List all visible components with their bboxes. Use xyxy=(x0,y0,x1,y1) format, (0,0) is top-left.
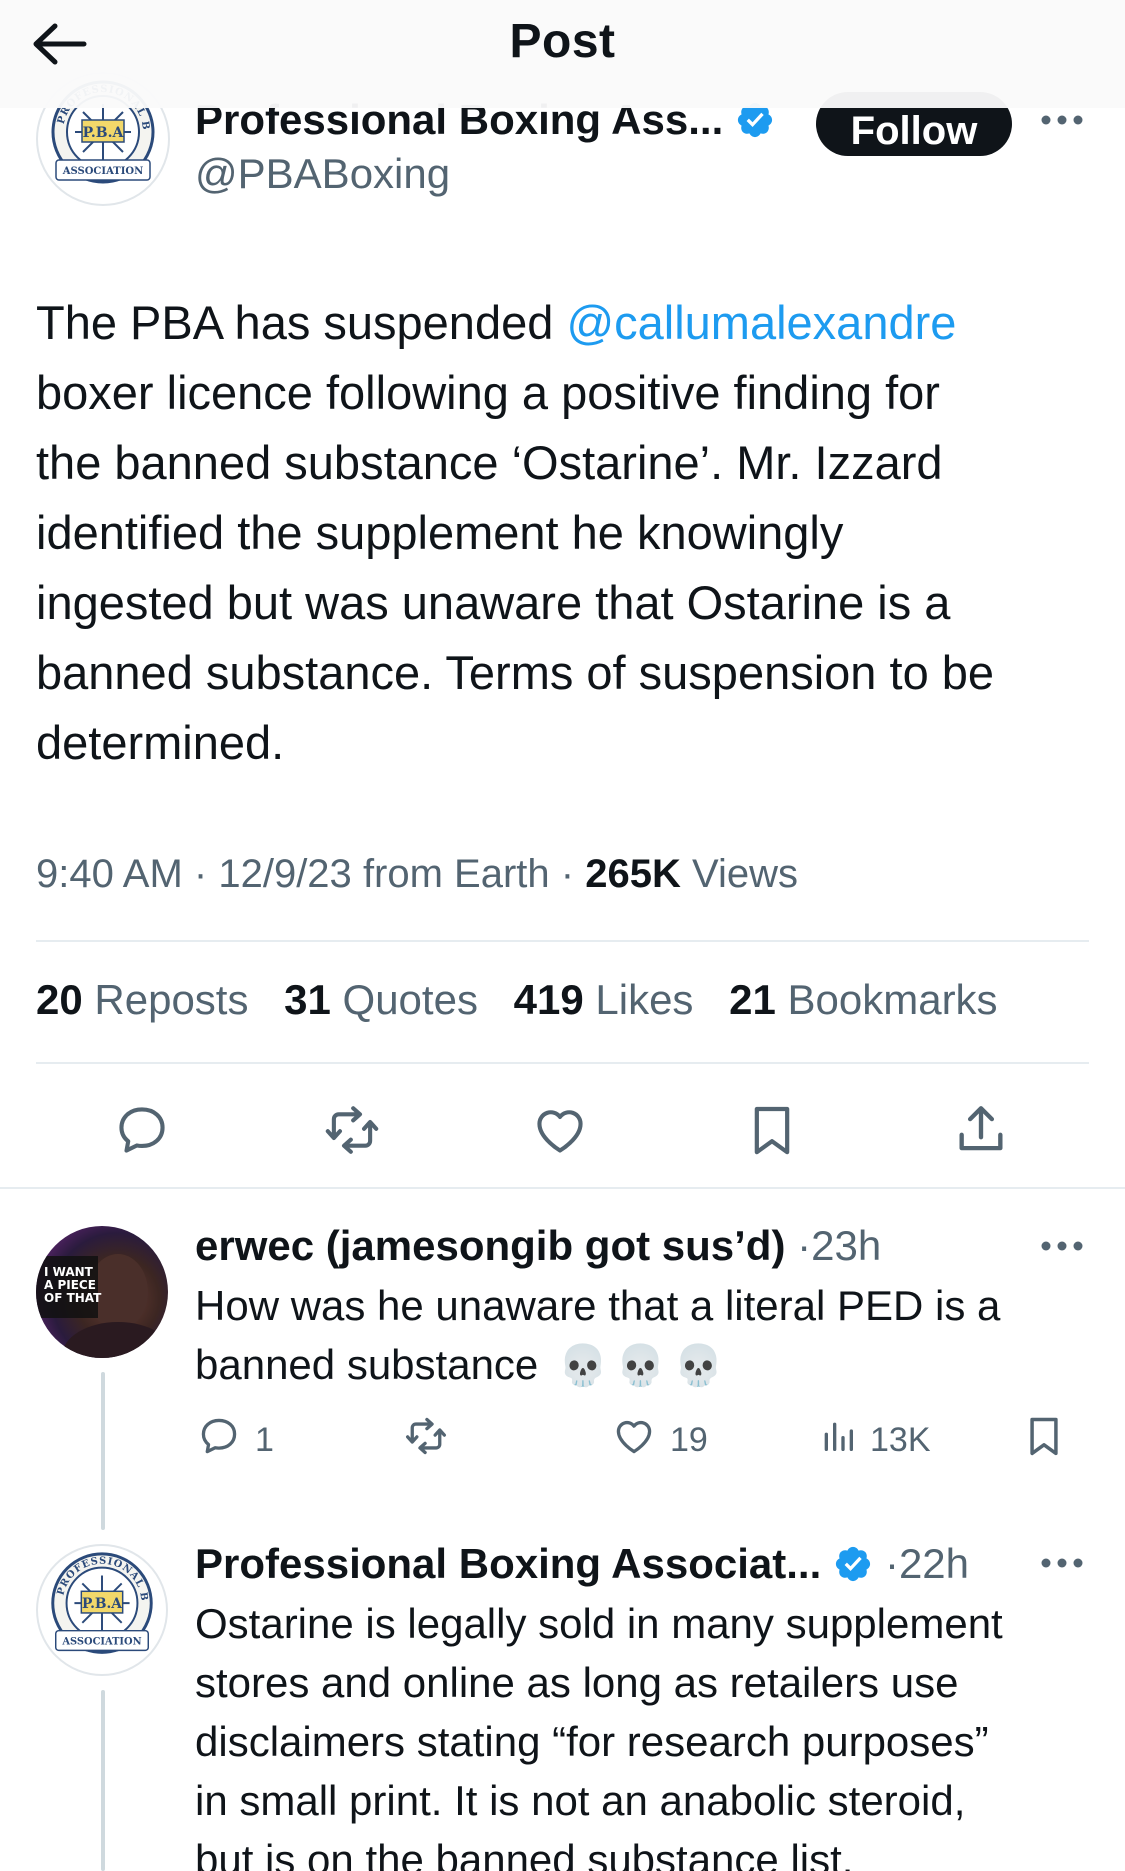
like-icon xyxy=(610,1414,658,1467)
pba-logo-icon: PROFESSIONAL BOXING P.B.A ASSOCIATION xyxy=(38,1546,153,1654)
post-date[interactable]: 12/9/23 xyxy=(218,852,351,896)
likes-stat[interactable]: 419 Likes xyxy=(514,976,694,1023)
views-count: 13K xyxy=(870,1420,931,1459)
reply-repost-button[interactable] xyxy=(400,1410,464,1470)
thread-line xyxy=(101,1372,105,1530)
post-time[interactable]: 9:40 AM xyxy=(36,852,183,896)
author-handle[interactable]: @PBABoxing xyxy=(195,150,450,198)
reply-count: 1 xyxy=(255,1420,274,1459)
svg-text:P.B.A: P.B.A xyxy=(82,1596,122,1612)
mention-link[interactable]: @callumalexandre xyxy=(566,296,956,349)
reply-body: How was he unaware that a literal PED is… xyxy=(195,1276,1095,1396)
reply-text-line: How was he unaware that a literal PED is… xyxy=(195,1282,1001,1329)
skull-emoji-icon: 💀 xyxy=(615,1343,666,1389)
reply-body: Ostarine is legally sold in many supplem… xyxy=(195,1594,1095,1871)
reply-text-line: Ostarine is legally sold in many supplem… xyxy=(195,1600,1003,1647)
svg-text:A PIECE: A PIECE xyxy=(44,1278,96,1292)
like-count: 19 xyxy=(670,1420,708,1459)
reply-avatar-image: I WANT A PIECE OF THAT xyxy=(36,1254,168,1358)
svg-text:I WANT: I WANT xyxy=(44,1265,94,1279)
reply-text-line: in small print. It is not an anabolic st… xyxy=(195,1777,966,1824)
reply-time[interactable]: 23h xyxy=(811,1222,881,1269)
reply-avatar[interactable]: I WANT A PIECE OF THAT xyxy=(36,1226,168,1358)
reply-reply-button[interactable]: 1 xyxy=(195,1410,274,1470)
post-text-line: identified the supplement he knowingly xyxy=(36,506,844,559)
repost-icon xyxy=(400,1414,452,1467)
divider xyxy=(36,1062,1089,1064)
reply-author-name[interactable]: erwec (jamesongib got sus’d) xyxy=(195,1222,785,1269)
thread-line xyxy=(101,1690,105,1871)
bookmark-icon[interactable] xyxy=(736,1098,808,1162)
post-stats: 20 Reposts 31 Quotes 419 Likes 21 Bookma… xyxy=(36,976,1022,1024)
reply-views-button[interactable]: 13K xyxy=(818,1410,931,1470)
reply-icon xyxy=(195,1414,243,1467)
reply-header: Professional Boxing Associat... ·22h xyxy=(195,1540,969,1594)
reply-text-line: stores and online as long as retailers u… xyxy=(195,1659,959,1706)
quotes-stat[interactable]: 31 Quotes xyxy=(284,976,478,1023)
reply-text-line: but is on the banned substance list. xyxy=(195,1836,854,1871)
reply-avatar[interactable]: PROFESSIONAL BOXING P.B.A ASSOCIATION xyxy=(36,1544,168,1676)
post-text-line: The PBA has suspended @callumalexandre xyxy=(36,296,957,349)
reply-text-line: banned substance 💀 💀 💀 xyxy=(195,1341,724,1389)
views-count[interactable]: 265K xyxy=(585,852,681,896)
svg-text:ASSOCIATION: ASSOCIATION xyxy=(61,1636,141,1647)
post-meta: 9:40 AM · 12/9/23 from Earth · 265K View… xyxy=(36,852,798,896)
skull-emoji-icon: 💀 xyxy=(673,1343,724,1389)
bookmarks-stat[interactable]: 21 Bookmarks xyxy=(729,976,997,1023)
post-text-line: determined. xyxy=(36,716,285,769)
post-text-line: the banned substance ‘Ostarine’. Mr. Izz… xyxy=(36,436,943,489)
more-options-icon[interactable] xyxy=(1032,1226,1092,1266)
reply-like-button[interactable]: 19 xyxy=(610,1410,708,1470)
reply-icon[interactable] xyxy=(106,1098,178,1162)
avatar-center-text: P.B.A xyxy=(83,125,125,141)
post-text-line: boxer licence following a positive findi… xyxy=(36,366,940,419)
verified-badge-icon xyxy=(833,1544,873,1594)
repost-icon[interactable] xyxy=(316,1098,388,1162)
skull-emoji-icon: 💀 xyxy=(557,1343,608,1389)
reply-header: erwec (jamesongib got sus’d) ·23h xyxy=(195,1222,882,1269)
divider xyxy=(0,1187,1125,1189)
post-text-line: banned substance. Terms of suspension to… xyxy=(36,646,995,699)
divider xyxy=(36,940,1089,942)
top-bar: Post xyxy=(0,0,1125,108)
svg-text:OF THAT: OF THAT xyxy=(44,1291,102,1305)
avatar-banner-text: ASSOCIATION xyxy=(62,166,144,177)
like-icon[interactable] xyxy=(524,1098,596,1162)
share-icon[interactable] xyxy=(945,1098,1017,1162)
post-body: The PBA has suspended @callumalexandre b… xyxy=(36,288,1096,778)
post-screen: PROFESSIONAL BOXING P.B.A ASSOCIATION Pr… xyxy=(0,0,1125,1871)
reply-time[interactable]: 22h xyxy=(899,1540,969,1587)
views-label[interactable]: Views xyxy=(692,852,798,896)
reply-text-line: disclaimers stating “for research purpos… xyxy=(195,1718,989,1765)
bookmark-icon xyxy=(1022,1411,1066,1470)
more-options-icon[interactable] xyxy=(1032,1543,1092,1583)
reply-author-name[interactable]: Professional Boxing Associat... xyxy=(195,1540,821,1587)
post-location: from Earth xyxy=(362,852,550,896)
page-title: Post xyxy=(509,15,616,68)
post-text-line: ingested but was unaware that Ostarine i… xyxy=(36,576,951,629)
reposts-stat[interactable]: 20 Reposts xyxy=(36,976,248,1023)
reply-bookmark-button[interactable] xyxy=(1022,1410,1066,1470)
views-icon xyxy=(818,1414,858,1467)
